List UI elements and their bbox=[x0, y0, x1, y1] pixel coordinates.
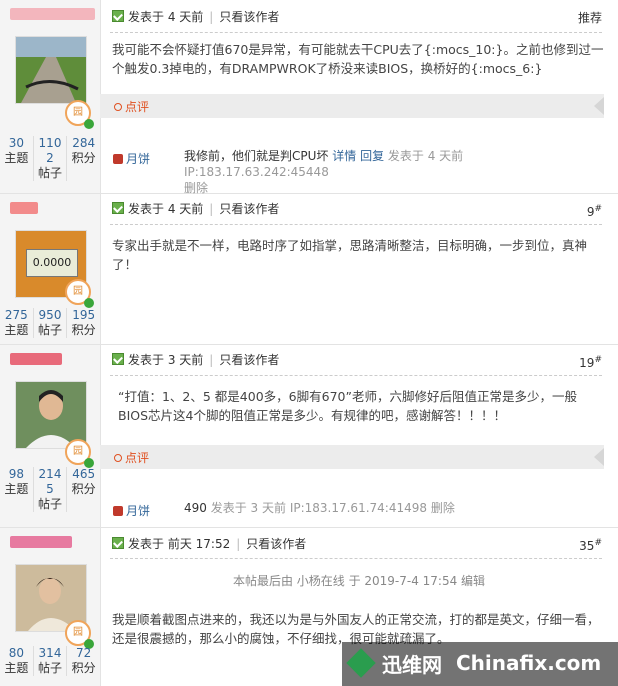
post-floor[interactable]: 35# bbox=[579, 538, 602, 553]
divider bbox=[110, 558, 602, 559]
user-stats: 98 主题 2145 帖子 465 积分 bbox=[0, 467, 100, 512]
divider bbox=[110, 32, 602, 33]
post-floor[interactable]: 推荐 bbox=[578, 9, 602, 26]
online-status-icon bbox=[112, 202, 124, 214]
user-stats: 80 主题 314 帖子 72 积分 bbox=[0, 646, 100, 676]
comment-user[interactable]: 月饼 bbox=[113, 150, 150, 167]
post-time: 发表于 4 天前 bbox=[128, 202, 204, 216]
collapse-arrow-icon[interactable] bbox=[594, 97, 604, 115]
user-stats: 275 主题 950 帖子 195 积分 bbox=[0, 308, 100, 338]
edit-note: 本帖最后由 小杨在线 于 2019-7-4 17:54 编辑 bbox=[232, 574, 486, 588]
chinafix-logo-icon bbox=[346, 648, 376, 678]
post-meta: 发表于 4 天前 | 只看该作者 bbox=[112, 9, 279, 25]
stat-posts[interactable]: 314 帖子 bbox=[34, 646, 68, 676]
online-status-icon bbox=[112, 537, 124, 549]
user-group-badge-icon: 园 bbox=[65, 279, 94, 308]
only-author-link[interactable]: 只看该作者 bbox=[219, 10, 279, 24]
user-group-badge-icon: 园 bbox=[65, 100, 94, 129]
delete-link[interactable]: 删除 bbox=[431, 501, 455, 515]
post-time: 发表于 4 天前 bbox=[128, 10, 204, 24]
online-status-icon bbox=[112, 353, 124, 365]
post: 园 30 主题 1102 帖子 284 积分 发表于 4 天前 | 只看该作者 推荐 我可… bbox=[0, 0, 618, 196]
watermark-brand-cn: 迅维网 bbox=[382, 653, 442, 677]
comment-time: 发表于 3 天前 IP:183.17.61.74:41498 bbox=[210, 501, 428, 515]
post: 0.0000 园 275 主题 950 帖子 195 积分 发表于 4 天前 | 只看该作… bbox=[0, 194, 618, 345]
post: 园 98 主题 2145 帖子 465 积分 发表于 3 天前 | 只看该作者 19# “… bbox=[0, 345, 618, 528]
user-group-badge-icon: 园 bbox=[65, 439, 94, 468]
post-time: 发表于 3 天前 bbox=[128, 353, 204, 367]
stat-credits[interactable]: 195 积分 bbox=[67, 308, 100, 338]
watermark-brand-en: Chinafix.com bbox=[456, 651, 602, 675]
user-group-badge-icon: 园 bbox=[65, 620, 94, 649]
comment-user[interactable]: 月饼 bbox=[113, 502, 150, 519]
stat-credits[interactable]: 465 积分 bbox=[67, 467, 100, 512]
post-content: 专家出手就是不一样，电路时序了如指掌，思路清晰整洁，目标明确，一步到位，真神了！ bbox=[112, 238, 588, 272]
stat-posts[interactable]: 2145 帖子 bbox=[34, 467, 68, 512]
user-sidebar: 园 30 主题 1102 帖子 284 积分 bbox=[0, 0, 101, 193]
post-content: 我可能不会怀疑打值670是异常，有可能就去干CPU去了{:mocs_10:}。之… bbox=[112, 42, 604, 76]
meter-display: 0.0000 bbox=[26, 249, 78, 277]
comment-bar: 点评 bbox=[100, 445, 604, 469]
only-author-link[interactable]: 只看该作者 bbox=[219, 353, 279, 367]
reply-link[interactable]: 回复 bbox=[360, 149, 384, 163]
comment-text: 我修前，他们就是判CPU坏 详情 回复 发表于 4 天前 IP:183.17.6… bbox=[184, 148, 604, 196]
watermark: 迅维网 Chinafix.com bbox=[342, 642, 618, 686]
road-photo-avatar[interactable] bbox=[15, 36, 87, 104]
stat-posts[interactable]: 950 帖子 bbox=[34, 308, 68, 338]
detail-link[interactable]: 详情 bbox=[332, 149, 356, 163]
only-author-link[interactable]: 只看该作者 bbox=[219, 202, 279, 216]
divider bbox=[110, 224, 602, 225]
username-blurred[interactable] bbox=[10, 202, 38, 214]
stat-topics[interactable]: 98 主题 bbox=[0, 467, 34, 512]
username-blurred[interactable] bbox=[10, 8, 95, 20]
stat-posts[interactable]: 1102 帖子 bbox=[34, 136, 68, 181]
only-author-link[interactable]: 只看该作者 bbox=[246, 537, 306, 551]
post-meta: 发表于 3 天前 | 只看该作者 bbox=[112, 352, 279, 368]
post-content: “打值：1、2、5 都是400多，6脚有670”老师，六脚修好后阻值正常是多少，… bbox=[118, 389, 577, 423]
stat-topics[interactable]: 80 主题 bbox=[0, 646, 34, 676]
post-meta: 发表于 4 天前 | 只看该作者 bbox=[112, 201, 279, 217]
user-sidebar: 0.0000 园 275 主题 950 帖子 195 积分 bbox=[0, 194, 101, 344]
comment-text: 490 发表于 3 天前 IP:183.17.61.74:41498 删除 bbox=[184, 501, 455, 515]
post-meta: 发表于 前天 17:52 | 只看该作者 bbox=[112, 536, 306, 552]
online-status-icon bbox=[112, 10, 124, 22]
comment-label[interactable]: 点评 bbox=[114, 98, 149, 115]
post-floor[interactable]: 9# bbox=[587, 204, 602, 219]
collapse-arrow-icon[interactable] bbox=[594, 448, 604, 466]
user-stats: 30 主题 1102 帖子 284 积分 bbox=[0, 136, 100, 181]
stat-credits[interactable]: 72 积分 bbox=[67, 646, 100, 676]
post-floor[interactable]: 19# bbox=[579, 355, 602, 370]
stat-topics[interactable]: 275 主题 bbox=[0, 308, 34, 338]
stat-topics[interactable]: 30 主题 bbox=[0, 136, 34, 181]
post-time: 发表于 前天 17:52 bbox=[128, 537, 231, 551]
stat-credits[interactable]: 284 积分 bbox=[67, 136, 100, 181]
comment-label[interactable]: 点评 bbox=[114, 449, 149, 466]
divider bbox=[110, 375, 602, 376]
comment-bar: 点评 bbox=[100, 94, 604, 118]
username-blurred[interactable] bbox=[10, 353, 62, 365]
user-sidebar: 园 98 主题 2145 帖子 465 积分 bbox=[0, 345, 101, 527]
user-sidebar: 园 80 主题 314 帖子 72 积分 bbox=[0, 528, 101, 686]
road-photo-icon bbox=[16, 37, 86, 103]
username-blurred[interactable] bbox=[10, 536, 72, 548]
